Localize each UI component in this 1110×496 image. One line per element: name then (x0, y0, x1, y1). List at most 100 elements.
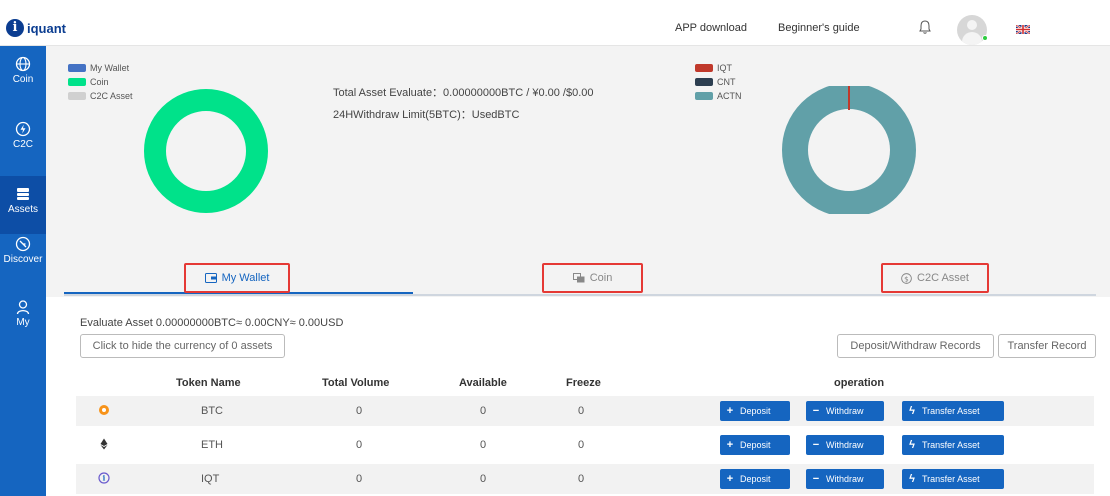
sidebar-item-label: C2C (12, 139, 33, 150)
sidebar-item-coin[interactable]: Coin (0, 46, 46, 104)
minus-icon: − (812, 473, 820, 485)
deposit-withdraw-records-button[interactable]: Deposit/Withdraw Records (837, 334, 994, 358)
withdraw-label: Withdraw (826, 406, 864, 416)
available: 0 (480, 439, 487, 451)
transfer-label: Transfer Asset (922, 440, 980, 450)
transfer-asset-button[interactable]: ϟ Transfer Asset (902, 401, 1004, 421)
transfer-asset-button[interactable]: ϟ Transfer Asset (902, 435, 1004, 455)
deposit-label: Deposit (740, 406, 771, 416)
legend-item[interactable]: IQT (695, 61, 742, 75)
deposit-label: Deposit (740, 440, 771, 450)
deposit-button[interactable]: + Deposit (720, 469, 790, 489)
asset-table: Token Name Total Volume Available Freeze… (76, 370, 1094, 494)
deposit-label: Deposit (740, 474, 771, 484)
bell-icon[interactable] (918, 19, 932, 35)
sidebar-item-label: My (16, 317, 30, 328)
sidebar-item-my[interactable]: My (0, 289, 46, 347)
tab-my-wallet[interactable]: My Wallet (184, 263, 290, 293)
tab-label: Coin (589, 272, 613, 284)
legend-label: CNT (717, 77, 736, 87)
compass-icon (15, 236, 31, 252)
sidebar-item-c2c[interactable]: C2C (0, 111, 46, 169)
left-chart-legend: My Wallet Coin C2C Asset (68, 61, 133, 103)
header-available: Available (459, 377, 507, 389)
beginners-guide-link[interactable]: Beginner's guide (778, 22, 860, 34)
transfer-label: Transfer Asset (922, 474, 980, 484)
token-name: BTC (201, 405, 223, 417)
header-operation: operation (834, 377, 885, 389)
legend-swatch (695, 78, 713, 86)
legend-label: C2C Asset (90, 91, 133, 101)
svg-text:i: i (103, 474, 106, 483)
btc-icon (99, 405, 109, 415)
legend-swatch (695, 64, 713, 72)
sidebar: Coin C2C Assets Discover My (0, 46, 46, 496)
assets-icon (17, 188, 29, 200)
withdraw-button[interactable]: − Withdraw (806, 401, 884, 421)
tab-coin[interactable]: Coin (542, 263, 643, 293)
legend-label: Coin (90, 77, 109, 87)
bolt-icon: ϟ (909, 473, 915, 485)
legend-label: My Wallet (90, 63, 130, 73)
freeze: 0 (578, 439, 585, 451)
available: 0 (480, 473, 487, 485)
donut-slice-iqt[interactable] (848, 86, 850, 110)
eth-icon (100, 438, 108, 450)
app-download-link[interactable]: APP download (675, 22, 747, 34)
token-name: ETH (201, 439, 223, 451)
withdraw-button[interactable]: − Withdraw (806, 435, 884, 455)
withdraw-label: Withdraw (826, 474, 864, 484)
available: 0 (480, 405, 487, 417)
c2c-icon (15, 121, 31, 137)
token-name: IQT (201, 473, 220, 485)
transfer-asset-button[interactable]: ϟ Transfer Asset (902, 469, 1004, 489)
logo[interactable]: i iquant (6, 19, 66, 37)
top-bar: i iquant APP download Beginner's guide (0, 0, 1110, 46)
transfer-record-button[interactable]: Transfer Record (998, 334, 1096, 358)
withdraw-button[interactable]: − Withdraw (806, 469, 884, 489)
uk-flag-icon[interactable] (1016, 25, 1030, 34)
evaluate-asset-text: Evaluate Asset 0.00000000BTC≈ 0.00CNY≈ 0… (80, 317, 344, 329)
asset-summary: Total Asset Evaluate：0.00000000BTC / ¥0.… (333, 82, 594, 126)
tab-c2c-asset[interactable]: $ C2C Asset (881, 263, 989, 293)
donut-ring-coin[interactable] (144, 89, 268, 213)
table-header: Token Name Total Volume Available Freeze… (76, 370, 1094, 396)
legend-item[interactable]: ACTN (695, 89, 742, 103)
freeze: 0 (578, 405, 585, 417)
deposit-button[interactable]: + Deposit (720, 401, 790, 421)
table-row: ETH 0 0 0 + Deposit − Withdraw ϟ Transfer A… (76, 430, 1094, 460)
withdraw-limit: 24HWithdraw Limit(5BTC)：UsedBTC (333, 109, 520, 121)
withdraw-label: Withdraw (826, 440, 864, 450)
sidebar-item-discover[interactable]: Discover (0, 226, 46, 284)
table-row: i IQT 0 0 0 + Deposit − Withdraw ϟ Transfer… (76, 464, 1094, 494)
sidebar-item-label: Discover (3, 254, 43, 265)
plus-icon: + (726, 439, 734, 451)
legend-swatch (68, 78, 86, 86)
deposit-button[interactable]: + Deposit (720, 435, 790, 455)
bolt-icon: ϟ (909, 405, 915, 417)
minus-icon: − (812, 439, 820, 451)
transfer-label: Transfer Asset (922, 406, 980, 416)
header-total-volume: Total Volume (322, 377, 390, 389)
minus-icon: − (812, 405, 820, 417)
sidebar-item-label: Coin (12, 74, 34, 85)
right-donut-chart (782, 86, 916, 214)
legend-label: IQT (717, 63, 732, 73)
freeze: 0 (578, 473, 585, 485)
legend-swatch (68, 92, 86, 100)
legend-item[interactable]: CNT (695, 75, 742, 89)
legend-item[interactable]: Coin (68, 75, 133, 89)
header-token-name: Token Name (176, 377, 241, 389)
bolt-icon: ϟ (909, 439, 915, 451)
total-asset-evaluate: Total Asset Evaluate：0.00000000BTC / ¥0.… (333, 87, 594, 99)
logo-icon: i (6, 19, 24, 37)
hide-zero-assets-button[interactable]: Click to hide the currency of 0 assets (80, 334, 285, 358)
iqt-icon: i (98, 472, 110, 484)
legend-item[interactable]: My Wallet (68, 61, 133, 75)
table-row: BTC 0 0 0 + Deposit − Withdraw ϟ Transfer A… (76, 396, 1094, 426)
online-status-dot (982, 35, 988, 41)
donut-ring-actn[interactable] (782, 86, 916, 214)
coin-icon (572, 273, 585, 283)
legend-item[interactable]: C2C Asset (68, 89, 133, 103)
right-chart-legend: IQT CNT ACTN (695, 61, 742, 103)
